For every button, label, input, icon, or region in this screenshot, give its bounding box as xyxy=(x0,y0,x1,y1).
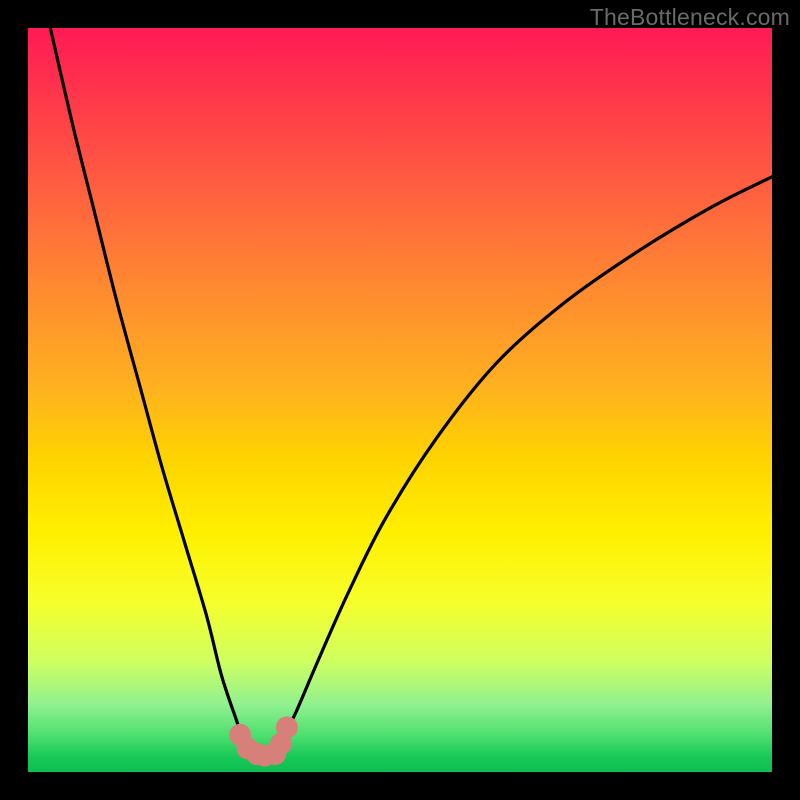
chart-frame: TheBottleneck.com xyxy=(0,0,800,800)
chart-plot-area xyxy=(28,28,772,772)
bottleneck-curve xyxy=(50,28,772,758)
highlight-dot xyxy=(276,716,298,738)
highlight-dots xyxy=(229,716,298,766)
watermark-text: TheBottleneck.com xyxy=(590,4,790,31)
chart-svg xyxy=(28,28,772,772)
